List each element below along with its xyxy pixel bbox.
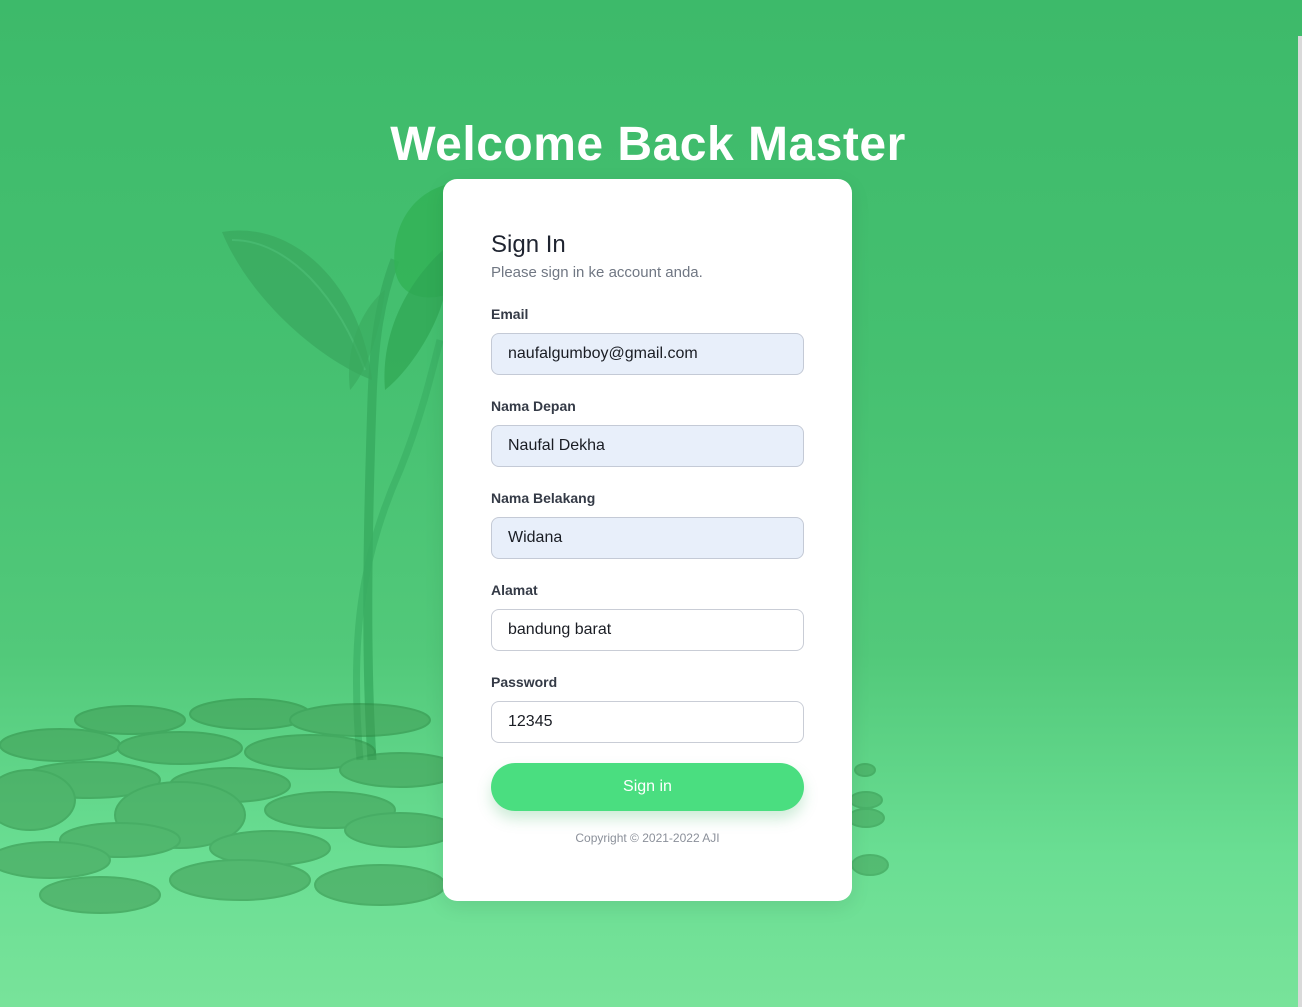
first-name-input[interactable] xyxy=(491,425,804,467)
last-name-label: Nama Belakang xyxy=(491,490,596,506)
scrollbar[interactable] xyxy=(1298,36,1302,1007)
email-label: Email xyxy=(491,306,529,322)
card-subtitle: Please sign in ke account anda. xyxy=(491,264,703,281)
address-input[interactable] xyxy=(491,609,804,651)
copyright-text: Copyright © 2021-2022 AJI xyxy=(575,831,720,845)
address-field-group: Alamat xyxy=(491,581,804,651)
signin-button[interactable]: Sign in xyxy=(491,763,804,811)
first-name-field-group: Nama Depan xyxy=(491,397,804,467)
email-field-group: Email xyxy=(491,305,804,375)
first-name-label: Nama Depan xyxy=(491,398,576,414)
address-label: Alamat xyxy=(491,582,538,598)
password-input[interactable] xyxy=(491,701,804,743)
password-label: Password xyxy=(491,674,558,690)
signin-card: Sign In Please sign in ke account anda. … xyxy=(443,179,852,901)
email-input[interactable] xyxy=(491,333,804,375)
password-field-group: Password xyxy=(491,673,804,743)
last-name-input[interactable] xyxy=(491,517,804,559)
last-name-field-group: Nama Belakang xyxy=(491,489,804,559)
page-heading: Welcome Back Master xyxy=(390,118,906,171)
card-title: Sign In xyxy=(491,231,566,258)
